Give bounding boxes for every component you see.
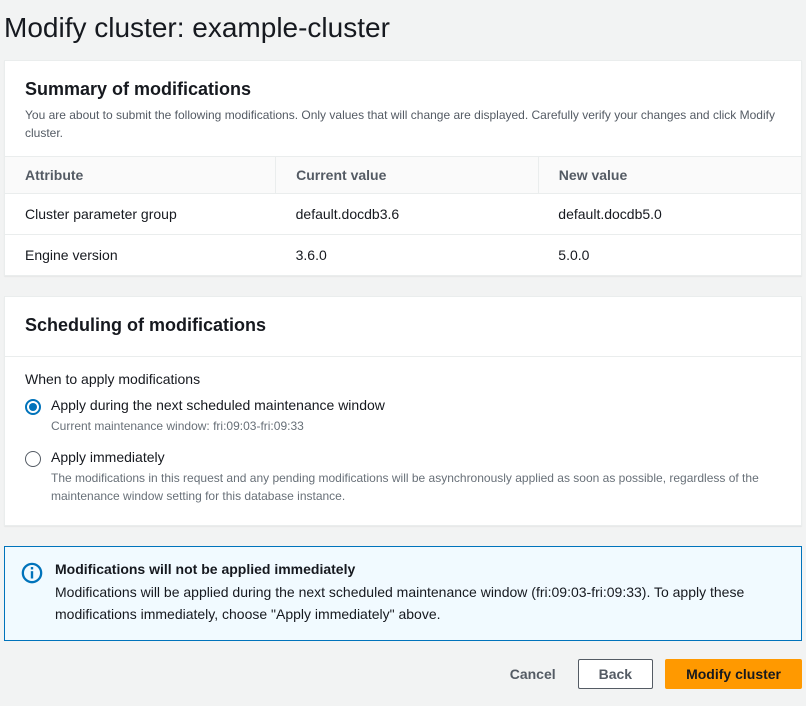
radio-desc: Current maintenance window: fri:09:03-fr… xyxy=(51,417,781,435)
col-new: New value xyxy=(538,157,801,194)
back-button[interactable]: Back xyxy=(578,659,653,689)
col-attribute: Attribute xyxy=(5,157,276,194)
cell-current: default.docdb3.6 xyxy=(276,194,539,235)
info-icon xyxy=(21,562,43,584)
col-current: Current value xyxy=(276,157,539,194)
page-title: Modify cluster: example-cluster xyxy=(0,0,806,60)
summary-subtitle: You are about to submit the following mo… xyxy=(25,106,781,142)
radio-icon[interactable] xyxy=(25,451,41,467)
radio-content: Apply immediately The modifications in t… xyxy=(51,449,781,505)
table-row: Engine version 3.6.0 5.0.0 xyxy=(5,235,801,276)
radio-immediately[interactable]: Apply immediately The modifications in t… xyxy=(25,449,781,505)
info-text: Modifications will be applied during the… xyxy=(55,581,785,626)
summary-title: Summary of modifications xyxy=(25,79,781,100)
info-box: Modifications will not be applied immedi… xyxy=(4,546,802,641)
cell-attribute: Engine version xyxy=(5,235,276,276)
radio-label[interactable]: Apply during the next scheduled maintena… xyxy=(51,397,781,413)
cell-new: default.docdb5.0 xyxy=(538,194,801,235)
scheduling-title: Scheduling of modifications xyxy=(25,315,781,336)
modifications-table: Attribute Current value New value Cluste… xyxy=(5,156,801,275)
table-row: Cluster parameter group default.docdb3.6… xyxy=(5,194,801,235)
info-title: Modifications will not be applied immedi… xyxy=(55,561,785,577)
radio-desc: The modifications in this request and an… xyxy=(51,469,781,505)
modify-cluster-button[interactable]: Modify cluster xyxy=(665,659,802,689)
cell-new: 5.0.0 xyxy=(538,235,801,276)
scheduling-header: Scheduling of modifications xyxy=(5,297,801,356)
radio-icon[interactable] xyxy=(25,399,41,415)
radio-next-window[interactable]: Apply during the next scheduled maintena… xyxy=(25,397,781,435)
summary-panel: Summary of modifications You are about t… xyxy=(4,60,802,276)
footer: Cancel Back Modify cluster xyxy=(0,659,806,703)
cell-current: 3.6.0 xyxy=(276,235,539,276)
cell-attribute: Cluster parameter group xyxy=(5,194,276,235)
info-content: Modifications will not be applied immedi… xyxy=(55,561,785,626)
radio-content: Apply during the next scheduled maintena… xyxy=(51,397,781,435)
scheduling-body: When to apply modifications Apply during… xyxy=(5,356,801,525)
when-to-apply-label: When to apply modifications xyxy=(25,371,781,387)
scheduling-panel: Scheduling of modifications When to appl… xyxy=(4,296,802,526)
radio-label[interactable]: Apply immediately xyxy=(51,449,781,465)
summary-header: Summary of modifications You are about t… xyxy=(5,61,801,156)
cancel-button[interactable]: Cancel xyxy=(500,660,566,688)
